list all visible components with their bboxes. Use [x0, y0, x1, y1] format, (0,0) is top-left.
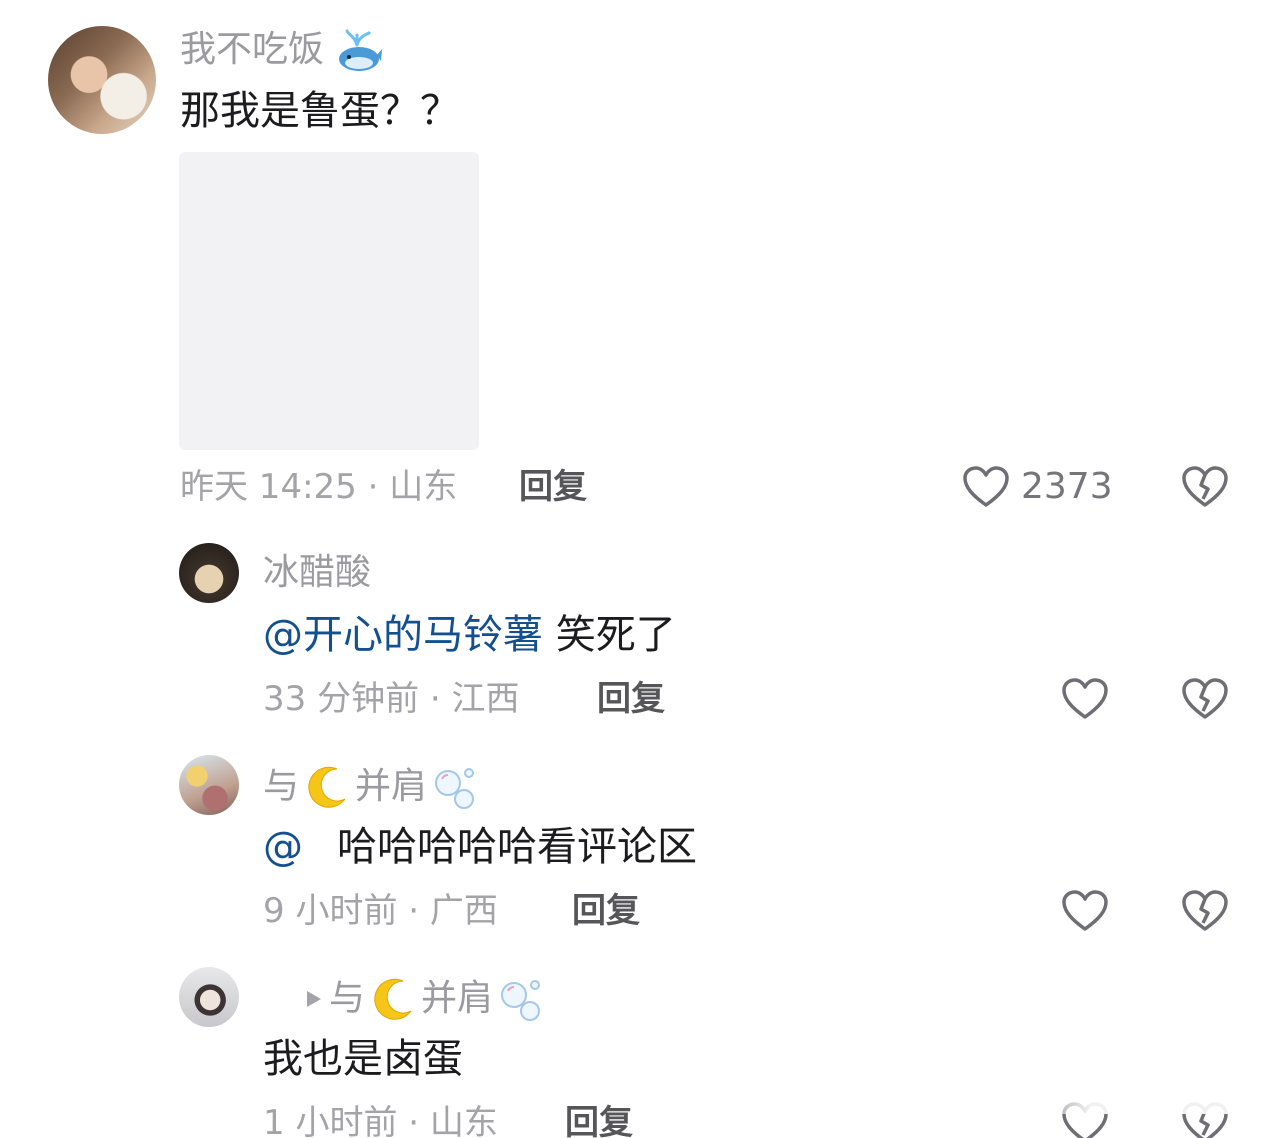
reply-button[interactable]: 回复 — [519, 466, 587, 508]
time-location: 昨天 14:25 · 山东 — [180, 467, 458, 507]
dislike-icon[interactable] — [1181, 465, 1229, 509]
watermark-overlay — [1018, 1074, 1258, 1114]
username[interactable]: 冰醋酸 — [263, 551, 371, 595]
comment-text: @开心的马铃薯 笑死了 — [263, 610, 676, 660]
time-location: 9 小时前 · 广西 — [263, 891, 498, 931]
crescent-moon-icon — [308, 766, 346, 808]
avatar[interactable] — [179, 755, 239, 815]
reply-button[interactable]: 回复 — [597, 678, 665, 720]
reply-arrow-icon — [307, 991, 321, 1007]
comment-body: 哈哈哈哈哈看评论区 — [337, 824, 697, 870]
comment-text: @ 哈哈哈哈哈看评论区 — [263, 822, 697, 872]
bubbles-icon — [435, 768, 475, 809]
crescent-moon-icon — [374, 978, 412, 1020]
time-location: 33 分钟前 · 江西 — [263, 679, 520, 719]
comment-image[interactable] — [179, 152, 479, 450]
mention-link[interactable]: @ — [263, 824, 303, 870]
avatar[interactable] — [179, 543, 239, 603]
comment-text: 那我是鲁蛋？？ — [180, 88, 460, 134]
username[interactable]: 我不吃饭 — [180, 27, 383, 75]
reply-button[interactable]: 回复 — [572, 890, 640, 932]
like-icon[interactable] — [962, 465, 1010, 509]
like-icon[interactable] — [1061, 889, 1109, 933]
whale-icon — [339, 29, 383, 71]
reply-button[interactable]: 回复 — [565, 1102, 633, 1138]
time-location: 1 小时前 · 山东 — [263, 1103, 498, 1138]
like-icon[interactable] — [1061, 677, 1109, 721]
comment-text: 我也是卤蛋 — [263, 1036, 463, 1082]
avatar[interactable] — [48, 26, 156, 134]
reply-to-username[interactable]: 与 并肩 — [303, 975, 545, 1023]
dislike-icon[interactable] — [1181, 677, 1229, 721]
comment-body: 笑死了 — [555, 612, 676, 658]
like-count: 2373 — [1021, 466, 1113, 507]
username[interactable]: 与 并肩 — [263, 763, 479, 811]
bubbles-icon — [501, 980, 541, 1021]
comment-thread: 我不吃饭 那我是鲁蛋？？ 昨天 14:25 · 山东 回复 2373 冰醋酸 @… — [0, 0, 1280, 1138]
dislike-icon[interactable] — [1181, 889, 1229, 933]
avatar[interactable] — [179, 967, 239, 1027]
mention-link[interactable]: @开心的马铃薯 — [263, 612, 543, 658]
